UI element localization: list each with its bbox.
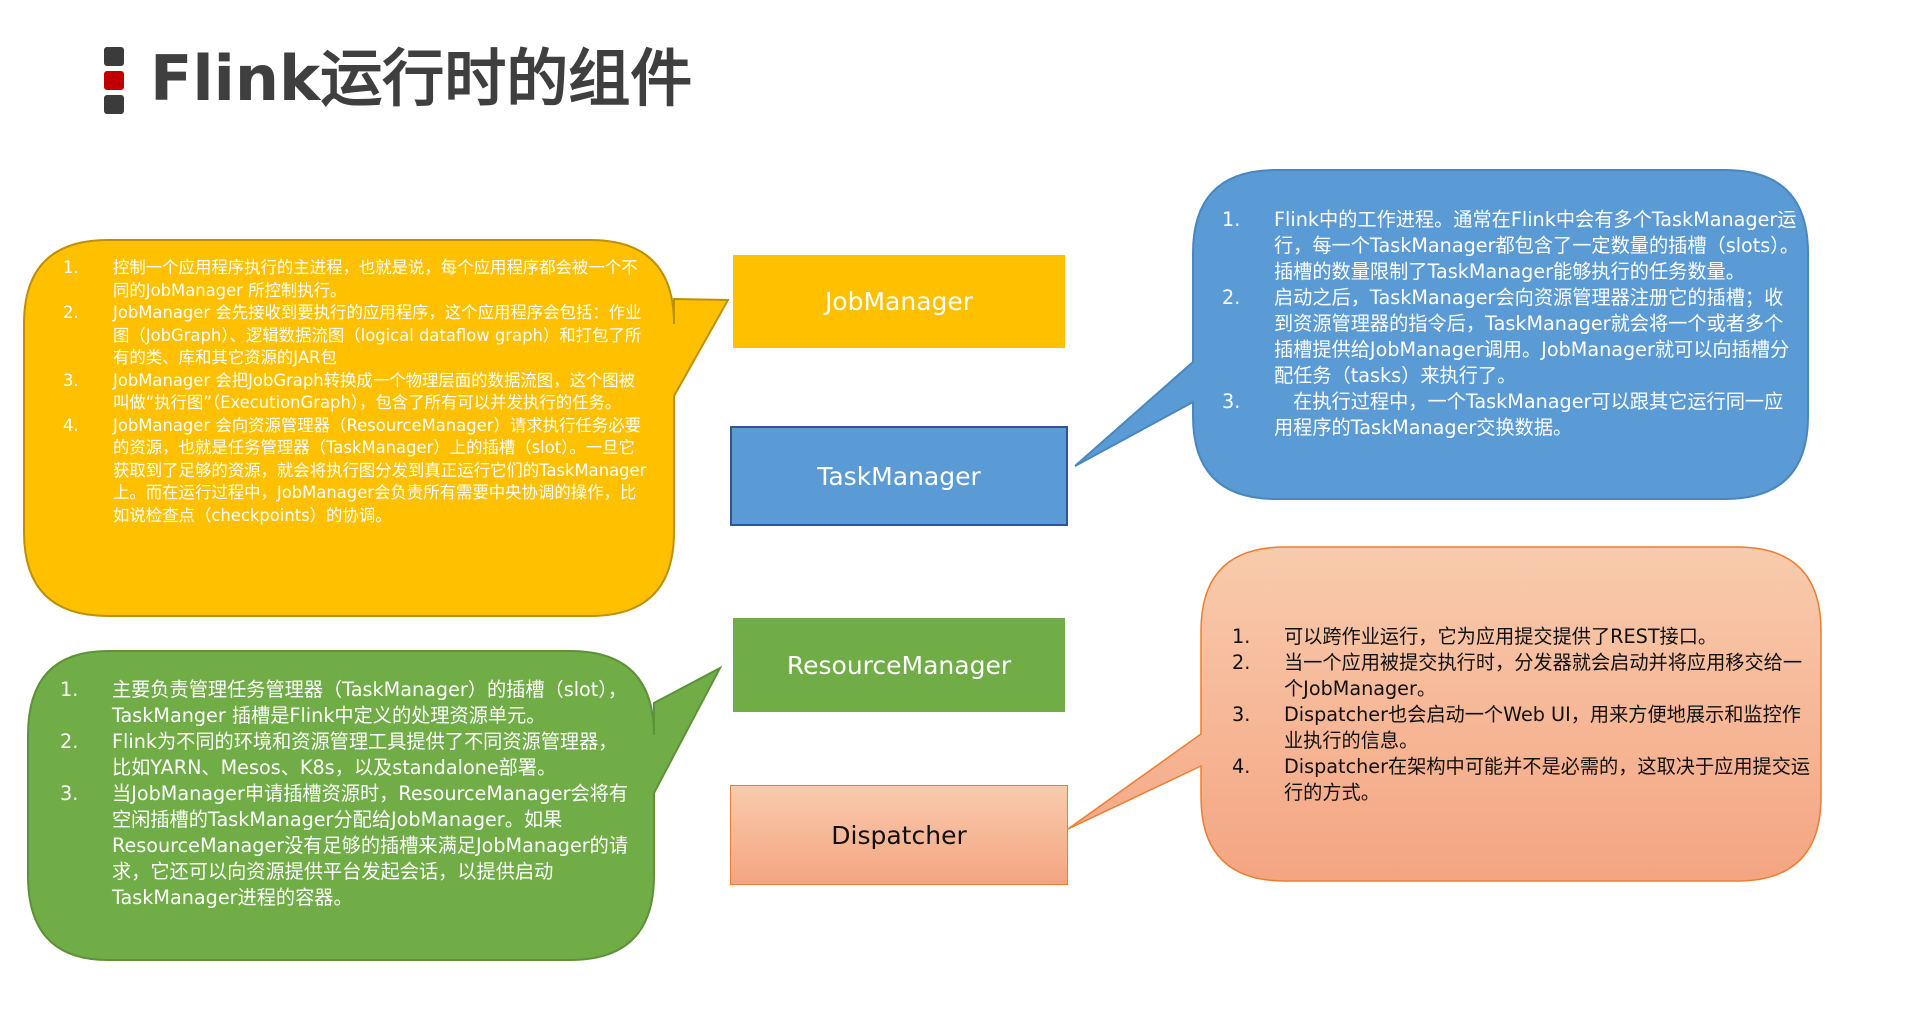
jobmanager-notes: 1. 控制一个应用程序执行的主进程，也就是说，每个应用程序都会被一个不同的JobM… bbox=[63, 257, 648, 527]
dispatcher-label: Dispatcher bbox=[831, 820, 967, 850]
list-item: 1. 可以跨作业运行，它为应用提交提供了REST接口。 bbox=[1232, 625, 1718, 648]
list-item: 2. JobManager 会先接收到要执行的应用程序，这个应用程序会包括：作业图… bbox=[63, 303, 642, 367]
resourcemanager-box: ResourceManager bbox=[733, 618, 1065, 712]
resourcemanager-label: ResourceManager bbox=[786, 650, 1012, 680]
list-item: 1. 主要负责管理任务管理器（TaskManager）的插槽（slot），Task… bbox=[60, 678, 628, 727]
jobmanager-box: JobManager bbox=[733, 255, 1065, 348]
list-item: 2. Flink为不同的环境和资源管理工具提供了不同资源管理器，比如YARN、Me… bbox=[60, 730, 618, 779]
taskmanager-label: TaskManager bbox=[817, 461, 981, 491]
list-item: 3. 在执行过程中，一个TaskManager可以跟其它运行同一应用程序的Tas… bbox=[1222, 390, 1784, 439]
taskmanager-notes: 1. Flink中的工作进程。通常在Flink中会有多个TaskManager运行… bbox=[1222, 207, 1802, 441]
list-item: 4. Dispatcher在架构中可能并不是必需的，这取决于应用提交运行的方式。 bbox=[1232, 755, 1811, 804]
dispatcher-box: Dispatcher bbox=[730, 785, 1068, 885]
list-item: 1. 控制一个应用程序执行的主进程，也就是说，每个应用程序都会被一个不同的JobM… bbox=[63, 258, 638, 300]
list-item: 4. JobManager 会向资源管理器（ResourceManager）请求执… bbox=[63, 415, 647, 525]
jobmanager-label: JobManager bbox=[824, 287, 974, 316]
list-item: 2. 当一个应用被提交执行时，分发器就会启动并将应用移交给一个JobManager… bbox=[1232, 651, 1803, 700]
taskmanager-box: TaskManager bbox=[730, 426, 1068, 526]
list-item: 3. Dispatcher也会启动一个Web UI，用来方便地展示和监控作业执行的… bbox=[1232, 703, 1801, 752]
list-item: 1. Flink中的工作进程。通常在Flink中会有多个TaskManager运行… bbox=[1222, 208, 1800, 283]
list-item: 3. JobManager 会把JobGraph转换成一个物理层面的数据流图，这个… bbox=[63, 370, 636, 413]
list-item: 3. 当JobManager申请插槽资源时，ResourceManager会将有空… bbox=[60, 782, 629, 909]
dispatcher-notes: 1. 可以跨作业运行，它为应用提交提供了REST接口。 2. 当一个应用被提交执行时… bbox=[1232, 624, 1812, 806]
resourcemanager-notes: 1. 主要负责管理任务管理器（TaskManager）的插槽（slot），Task… bbox=[60, 677, 630, 911]
list-item: 2. 启动之后，TaskManager会向资源管理器注册它的插槽；收到资源管理器的… bbox=[1222, 286, 1790, 387]
